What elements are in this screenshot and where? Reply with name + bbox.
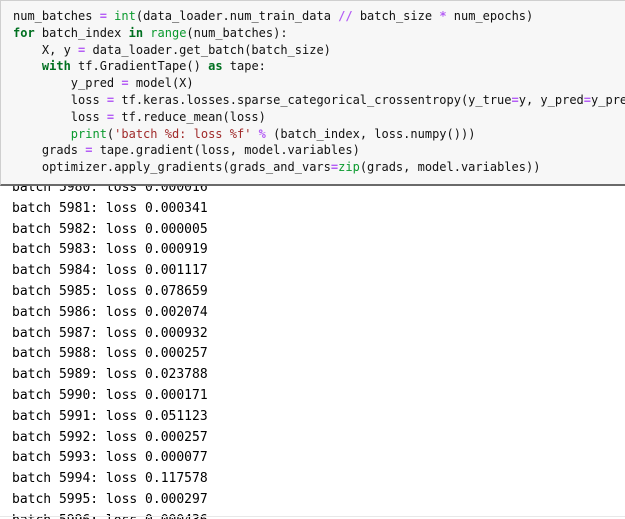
code-token-plain: model(X) [128, 76, 194, 91]
code-line: loss = tf.reduce_mean(loss) [13, 109, 625, 126]
code-token-plain: (data_loader.num_train_data [135, 9, 339, 23]
console-line: batch 5993: loss 0.000077 [12, 450, 208, 466]
code-token-plain: batch_size [352, 9, 440, 23]
code-token-plain: num_batches [13, 9, 100, 23]
code-line: grads = tape.gradient(loss, model.variab… [13, 142, 625, 159]
code-line: loss = tf.keras.losses.sparse_categorica… [13, 92, 625, 109]
console-line: batch 5989: loss 0.023788 [12, 367, 208, 383]
console-line: batch 5988: loss 0.000257 [12, 346, 208, 362]
code-token-keyword: as [208, 59, 223, 74]
code-block: num_batches = int(data_loader.num_train_… [0, 0, 625, 186]
console-output-lines: batch 5980: loss 0.000016 batch 5981: los… [0, 178, 625, 519]
console-line: batch 5984: loss 0.001117 [12, 263, 208, 279]
code-token-plain: data_loader.get_batch(batch_size) [85, 42, 331, 57]
code-line: print('batch %d: loss %f' % (batch_index… [13, 126, 625, 143]
console-line: batch 5985: loss 0.078659 [12, 283, 208, 299]
code-token-plain: tape: [222, 59, 266, 74]
code-token-plain: X, y [13, 42, 79, 57]
code-token-operator: = [99, 9, 107, 23]
code-token-builtin: print [70, 126, 107, 141]
console-line: batch 5996: loss 0.000436 [12, 511, 625, 519]
code-token-plain: y, y_pred [518, 92, 584, 107]
console-line: batch 5981: loss 0.000341 [12, 200, 208, 216]
console-line: batch 5990: loss 0.000171 [12, 387, 208, 403]
code-token-plain: num_epochs) [446, 9, 534, 23]
console-line: batch 5983: loss 0.000919 [12, 242, 208, 258]
code-token-keyword: in [128, 25, 144, 40]
console-line: batch 5982: loss 0.000005 [12, 221, 208, 237]
code-token-plain: loss [13, 109, 107, 124]
code-line: with tf.GradientTape() as tape: [13, 58, 625, 75]
code-line: y_pred = model(X) [13, 75, 625, 92]
code-token-plain: y_pred [13, 76, 122, 91]
code-token-plain: y_pred) [591, 92, 625, 107]
code-token-keyword: for [13, 25, 35, 40]
code-source-lines: num_batches = int(data_loader.num_train_… [1, 1, 625, 176]
console-line: batch 5991: loss 0.051123 [12, 408, 208, 424]
code-token-plain: grads [13, 143, 86, 158]
code-token-operator: * [439, 9, 447, 23]
bottom-divider [0, 516, 625, 517]
console-line: batch 5986: loss 0.002074 [12, 304, 208, 320]
code-token-plain: tape.gradient(loss, model.variables) [92, 143, 360, 158]
code-token-string: 'batch %d: loss %f' [114, 126, 252, 141]
code-token-plain: optimizer.apply_gradients(grads_and_vars [13, 160, 331, 175]
code-line: optimizer.apply_gradients(grads_and_vars… [13, 159, 625, 176]
code-line: num_batches = int(data_loader.num_train_… [13, 8, 625, 25]
code-token-plain: (num_batches): [186, 25, 288, 40]
code-token-plain: (grads, model.variables)) [359, 160, 541, 175]
console-line: batch 5992: loss 0.000257 [12, 429, 208, 445]
console-output-pane: batch 5980: loss 0.000016 batch 5981: los… [0, 178, 625, 519]
console-line: batch 5995: loss 0.000297 [12, 491, 208, 507]
code-token-operator: % [258, 126, 266, 141]
code-token-plain: batch_index [34, 25, 129, 40]
code-token-operator: // [338, 9, 353, 23]
code-token-plain: tf.keras.losses.sparse_categorical_cross… [114, 92, 512, 107]
code-line: for batch_index in range(num_batches): [13, 25, 625, 42]
code-token-plain: tf.GradientTape() [70, 59, 209, 74]
code-token-operator: = [121, 76, 129, 91]
console-line: batch 5987: loss 0.000932 [12, 325, 208, 341]
code-token-operator: = [583, 92, 592, 107]
code-token-operator: = [511, 92, 519, 107]
code-token-builtin: int [114, 9, 136, 23]
code-token-plain: loss [13, 92, 107, 107]
code-token-builtin: zip [338, 160, 360, 175]
code-line: X, y = data_loader.get_batch(batch_size) [13, 42, 625, 59]
code-token-plain: (batch_index, loss.numpy())) [265, 126, 476, 141]
code-token-plain: tf.reduce_mean(loss) [114, 109, 266, 124]
code-token-keyword: with [41, 59, 71, 74]
console-line: batch 5994: loss 0.117578 [12, 471, 208, 487]
code-token-builtin: range [150, 25, 187, 40]
